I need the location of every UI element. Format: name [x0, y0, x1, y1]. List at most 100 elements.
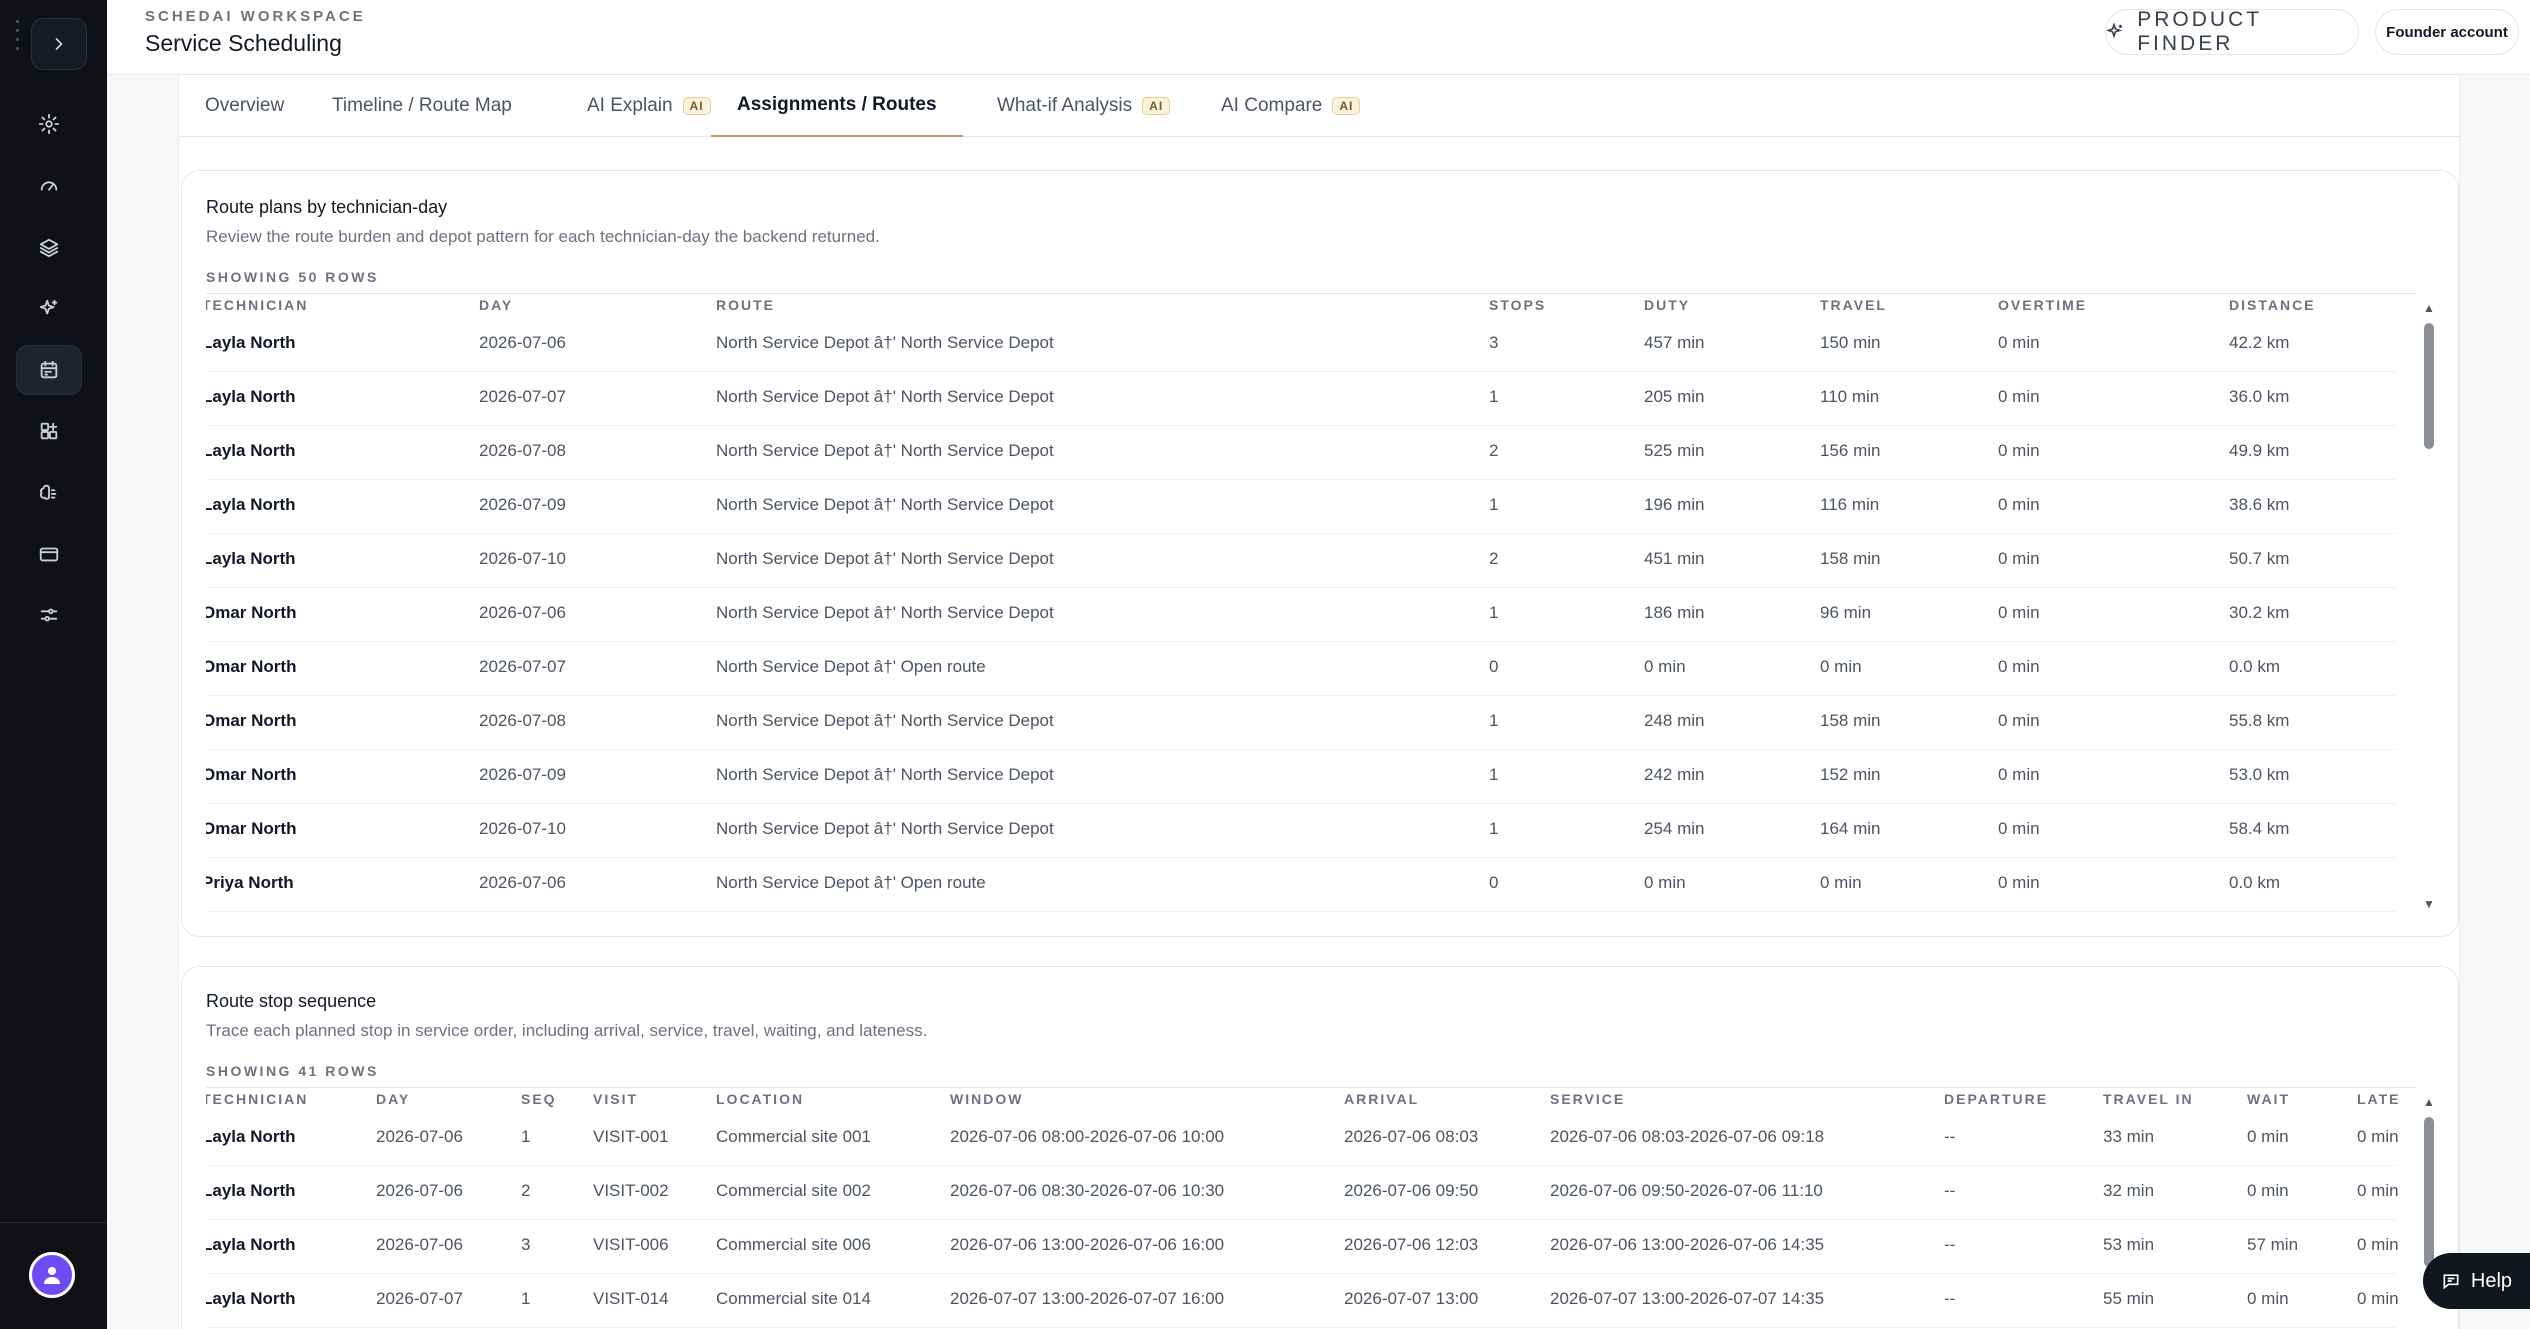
table-row[interactable]: Layla North 2026-07-06 1 VISIT-001 Commercia…: [206, 1112, 2399, 1166]
table-cell: 156 min: [1820, 441, 1881, 460]
table-row[interactable]: Omar North 2026-07-06 North Service Depot …: [206, 588, 2396, 642]
column-header[interactable]: ARRIVAL: [1344, 1091, 1419, 1107]
scroll-up-icon[interactable]: ▲: [2422, 301, 2436, 315]
table-row[interactable]: Omar North 2026-07-10 North Service Depot …: [206, 804, 2396, 858]
account-button[interactable]: Founder account: [2375, 9, 2519, 55]
sidebar-item-ai[interactable]: [16, 284, 82, 334]
table-cell: 2026-07-06 09:50-2026-07-06 11:10: [1550, 1181, 1823, 1200]
table-row[interactable]: Omar North 2026-07-08 North Service Depot …: [206, 696, 2396, 750]
table-cell: 2026-07-06 08:30-2026-07-06 10:30: [950, 1181, 1225, 1200]
sidebar-item-layers[interactable]: [16, 223, 82, 273]
tab-ai-compare[interactable]: AI Compare AI: [1195, 75, 1386, 137]
table-row[interactable]: Layla North 2026-07-09 North Service Depot…: [206, 480, 2396, 534]
table-cell: 0 min: [1998, 495, 2040, 514]
table-cell: 242 min: [1644, 765, 1705, 784]
column-header[interactable]: TECHNICIAN: [206, 297, 308, 313]
route-plans-table[interactable]: TECHNICIAN DAY ROUTE STOPS DUTY TRAVEL OVERTIM…: [206, 293, 2416, 913]
column-header[interactable]: ROUTE: [716, 297, 775, 313]
table-cell: VISIT-014: [593, 1289, 669, 1308]
column-header[interactable]: VISIT: [593, 1091, 638, 1107]
table-cell: 0 min: [1998, 549, 2040, 568]
tab-what-if[interactable]: What-if Analysis AI: [971, 75, 1196, 137]
tab-timeline[interactable]: Timeline / Route Map: [306, 75, 538, 137]
table-row[interactable]: Layla North 2026-07-06 3 VISIT-006 Commercia…: [206, 1220, 2399, 1274]
table-row[interactable]: Priya North 2026-07-06 North Service Depot…: [206, 858, 2396, 912]
tab-overview[interactable]: Overview: [179, 75, 310, 137]
table-cell: Layla North: [206, 333, 296, 352]
table-cell: 1: [1489, 495, 1499, 514]
sidebar-item-apps[interactable]: [16, 406, 82, 456]
table-cell: 30.2 km: [2229, 603, 2290, 622]
drag-handle-icon[interactable]: [16, 20, 19, 50]
table-cell: 205 min: [1644, 387, 1705, 406]
column-header[interactable]: DUTY: [1644, 297, 1690, 313]
sidebar-item-preferences[interactable]: [16, 590, 82, 640]
table-cell: Layla North: [206, 495, 296, 514]
column-header[interactable]: TRAVEL: [1820, 297, 1887, 313]
sidebar-item-dashboard[interactable]: [16, 161, 82, 211]
column-header[interactable]: LOCATION: [716, 1091, 804, 1107]
sidebar-toggle-button[interactable]: [31, 18, 87, 70]
calendar-icon: [40, 360, 58, 379]
table-row[interactable]: Omar North 2026-07-09 North Service Depot …: [206, 750, 2396, 804]
column-header[interactable]: LATE: [2357, 1091, 2401, 1107]
column-header[interactable]: DISTANCE: [2229, 297, 2316, 313]
table-cell: 57 min: [2247, 1235, 2299, 1254]
sidebar-item-insights[interactable]: [16, 468, 82, 518]
tab-assignments-routes[interactable]: Assignments / Routes: [711, 75, 963, 137]
table-row[interactable]: Layla North 2026-07-06 2 VISIT-002 Commercia…: [206, 1166, 2399, 1220]
table-cell: 158 min: [1820, 549, 1881, 568]
table-row[interactable]: Layla North 2026-07-07 1 VISIT-014 Commercia…: [206, 1274, 2399, 1328]
route-plans-card: Route plans by technician-day Review the…: [181, 170, 2459, 937]
route-plans-scrollbar[interactable]: ▲ ▼: [2422, 301, 2436, 913]
sidebar-item-billing[interactable]: [16, 529, 82, 579]
column-header[interactable]: DAY: [479, 297, 513, 313]
table-row[interactable]: Layla North 2026-07-07 North Service Depot…: [206, 372, 2396, 426]
table-cell: 457 min: [1644, 333, 1705, 352]
scroll-thumb[interactable]: [2424, 323, 2434, 449]
table-row[interactable]: Layla North 2026-07-10 North Service Depot…: [206, 534, 2396, 588]
scroll-up-icon[interactable]: ▲: [2422, 1095, 2436, 1109]
column-header[interactable]: SEQ: [521, 1091, 557, 1107]
table-cell: 0.0 km: [2229, 873, 2281, 892]
product-finder-button[interactable]: PRODUCT FINDER: [2105, 8, 2359, 55]
table-cell: North Service Depot â†' North Service De…: [716, 603, 1054, 622]
help-button[interactable]: Help: [2423, 1253, 2530, 1309]
scroll-down-icon[interactable]: ▼: [2422, 897, 2436, 911]
table-cell: Layla North: [206, 1235, 296, 1254]
card-subtitle: Review the route burden and depot patter…: [206, 227, 880, 246]
column-header[interactable]: SERVICE: [1550, 1091, 1625, 1107]
table-row[interactable]: Layla North 2026-07-08 North Service Depot…: [206, 426, 2396, 480]
sidebar-item-settings[interactable]: [16, 99, 82, 149]
avatar[interactable]: [29, 1252, 75, 1298]
row-count: SHOWING 50 ROWS: [206, 269, 379, 285]
table-cell: 2026-07-06 08:00-2026-07-06 10:00: [950, 1127, 1225, 1146]
column-header[interactable]: TRAVEL IN: [2103, 1091, 2194, 1107]
sidebar-item-scheduling[interactable]: [16, 345, 82, 395]
column-header[interactable]: OVERTIME: [1998, 297, 2087, 313]
table-row[interactable]: Omar North 2026-07-07 North Service Depot …: [206, 642, 2396, 696]
grid-plus-icon: [40, 422, 58, 440]
tab-label: What-if Analysis: [997, 95, 1133, 116]
column-header[interactable]: TECHNICIAN: [206, 1091, 308, 1107]
table-cell: 2026-07-08: [479, 711, 566, 730]
column-header[interactable]: DAY: [376, 1091, 410, 1107]
column-header[interactable]: STOPS: [1489, 297, 1546, 313]
table-cell: 0 min: [2247, 1289, 2289, 1308]
column-header[interactable]: WAIT: [2247, 1091, 2290, 1107]
table-row[interactable]: Layla North 2026-07-06 North Service Depot…: [206, 318, 2396, 372]
help-label: Help: [2470, 1269, 2513, 1292]
column-header[interactable]: DEPARTURE: [1944, 1091, 2048, 1107]
table-cell: 0 min: [2357, 1127, 2399, 1146]
table-cell: VISIT-002: [593, 1181, 669, 1200]
table-cell: 2026-07-09: [479, 495, 566, 514]
table-cell: 49.9 km: [2229, 441, 2290, 460]
table-cell: Layla North: [206, 387, 296, 406]
tab-label: Timeline / Route Map: [332, 95, 512, 116]
column-header[interactable]: WINDOW: [950, 1091, 1023, 1107]
table-cell: 2026-07-07 13:00-2026-07-07 14:35: [1550, 1289, 1825, 1308]
stop-sequence-table[interactable]: TECHNICIAN DAY SEQ VISIT LOCATION WINDOW ARRIV…: [206, 1087, 2416, 1329]
tab-label: AI Explain: [587, 95, 673, 116]
table-cell: --: [1944, 1235, 1956, 1254]
scroll-thumb[interactable]: [2424, 1117, 2434, 1267]
